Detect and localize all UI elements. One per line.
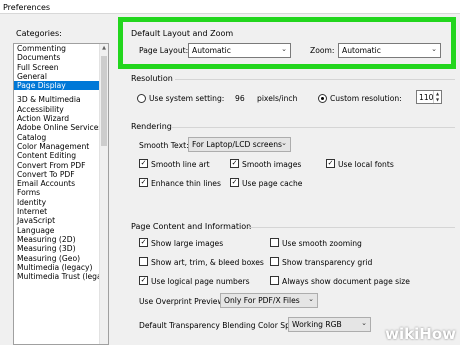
category-item[interactable]: General (14, 72, 108, 81)
category-item[interactable]: Color Management (14, 142, 108, 151)
show-large-images-label: Show large images (151, 239, 224, 248)
show-art-trim-checkbox[interactable] (139, 257, 148, 266)
use-smooth-zooming-checkbox[interactable] (270, 238, 279, 247)
custom-resolution-value: 110 (419, 93, 434, 102)
use-page-cache-label: Use page cache (242, 179, 303, 188)
category-item[interactable]: Measuring (Geo) (14, 254, 108, 263)
category-item[interactable]: JavaScript (14, 216, 108, 225)
scrollbar-thumb[interactable] (101, 56, 107, 146)
category-item[interactable]: Content Editing (14, 151, 108, 160)
smooth-images-label: Smooth images (242, 160, 302, 169)
blending-value: Working RGB (292, 320, 342, 329)
overprint-value: Only For PDF/X Files (224, 296, 300, 305)
system-setting-radio[interactable] (137, 94, 146, 103)
category-item[interactable]: Adobe Online Services (14, 123, 108, 132)
category-item[interactable]: Language (14, 226, 108, 235)
category-item[interactable]: Convert To PDF (14, 170, 108, 179)
custom-resolution-input[interactable]: 110 ▲ ▼ (416, 90, 442, 104)
divider (172, 127, 455, 128)
category-item[interactable]: Commenting (14, 44, 108, 53)
use-local-fonts-checkbox[interactable]: ✓ (326, 159, 335, 168)
category-item[interactable]: Catalog (14, 133, 108, 142)
blending-label: Default Transparency Blending Color Spac… (139, 321, 306, 330)
category-item[interactable]: Email Accounts (14, 179, 108, 188)
custom-resolution-label: Custom resolution: (330, 94, 402, 103)
categories-scrollbar[interactable]: ▲ (99, 44, 108, 344)
divider (175, 79, 455, 80)
category-item[interactable]: Identity (14, 198, 108, 207)
category-item[interactable]: 3D & Multimedia (14, 95, 108, 104)
smooth-line-art-checkbox[interactable]: ✓ (139, 159, 148, 168)
system-setting-value: 96 (235, 94, 245, 103)
smooth-images-checkbox[interactable]: ✓ (230, 159, 239, 168)
highlight-box (118, 17, 456, 69)
smooth-text-value: For Laptop/LCD screens (192, 140, 282, 149)
use-local-fonts-label: Use local fonts (338, 160, 394, 169)
smooth-text-label: Smooth Text: (139, 141, 189, 150)
show-transparency-grid-label: Show transparency grid (282, 258, 373, 267)
category-item[interactable]: Multimedia Trust (legacy) (14, 272, 108, 281)
category-item[interactable]: Internet (14, 207, 108, 216)
system-setting-label: Use system setting: (149, 94, 225, 103)
show-large-images-checkbox[interactable]: ✓ (139, 238, 148, 247)
custom-resolution-radio[interactable] (318, 94, 327, 103)
category-item[interactable]: Forms (14, 188, 108, 197)
overprint-select[interactable]: Only For PDF/X Files ⌄ (220, 293, 318, 308)
categories-label: Categories: (16, 29, 62, 38)
use-logical-page-numbers-checkbox[interactable]: ✓ (139, 276, 148, 285)
chevron-down-icon: ⌄ (361, 319, 367, 327)
chevron-down-icon: ⌄ (281, 139, 287, 147)
category-item[interactable]: Multimedia (legacy) (14, 263, 108, 272)
overprint-label: Use Overprint Preview: (139, 297, 226, 306)
category-item[interactable]: Measuring (2D) (14, 235, 108, 244)
watermark-logo: wikiHow (385, 325, 456, 343)
resolution-title: Resolution (131, 74, 173, 83)
smooth-text-select[interactable]: For Laptop/LCD screens ⌄ (188, 137, 291, 152)
divider (248, 227, 455, 228)
category-item[interactable]: Action Wizard (14, 114, 108, 123)
use-page-cache-checkbox[interactable]: ✓ (230, 178, 239, 187)
show-transparency-grid-checkbox[interactable] (270, 257, 279, 266)
show-art-trim-label: Show art, trim, & bleed boxes (151, 258, 264, 267)
categories-list[interactable]: Commenting Documents Full Screen General Pag… (13, 43, 109, 345)
system-setting-unit: pixels/inch (257, 94, 298, 103)
blending-select[interactable]: Working RGB ⌄ (288, 317, 371, 332)
rendering-title: Rendering (131, 122, 172, 131)
scroll-up-icon[interactable]: ▲ (100, 44, 108, 52)
always-show-page-size-checkbox[interactable] (270, 276, 279, 285)
category-item[interactable]: Page Display (14, 81, 108, 91)
chevron-down-icon: ⌄ (308, 295, 314, 303)
window-title: Preferences (0, 0, 460, 14)
category-item[interactable]: Accessibility (14, 105, 108, 114)
use-logical-page-numbers-label: Use logical page numbers (151, 277, 250, 286)
enhance-thin-lines-checkbox[interactable]: ✓ (139, 178, 148, 187)
page-content-title: Page Content and Information (131, 222, 252, 231)
smooth-line-art-label: Smooth line art (151, 160, 210, 169)
enhance-thin-lines-label: Enhance thin lines (151, 179, 221, 188)
category-item[interactable]: Convert From PDF (14, 161, 108, 170)
category-item[interactable]: Full Screen (14, 63, 108, 72)
spinner-arrows-icon[interactable]: ▲ ▼ (433, 91, 441, 103)
always-show-page-size-label: Always show document page size (282, 277, 410, 286)
category-item[interactable]: Documents (14, 53, 108, 62)
use-smooth-zooming-label: Use smooth zooming (282, 239, 362, 248)
category-item[interactable]: Measuring (3D) (14, 244, 108, 253)
